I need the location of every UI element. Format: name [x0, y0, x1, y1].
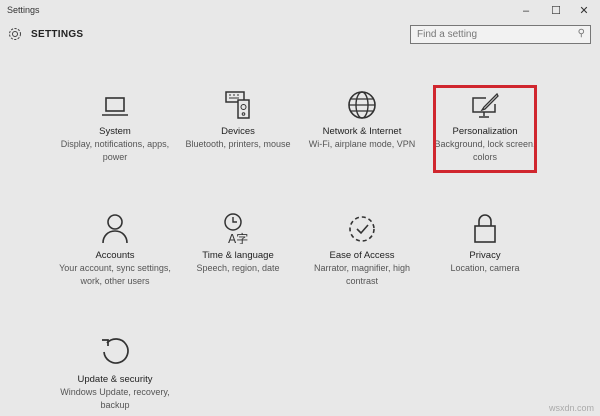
- tile-title: Accounts: [95, 250, 135, 261]
- tile-privacy[interactable]: Privacy Location, camera: [425, 212, 545, 275]
- watermark: wsxdn.com: [548, 403, 594, 413]
- svg-text:A字: A字: [228, 231, 248, 244]
- tile-time-language[interactable]: A字 Time & language Speech, region, date: [178, 212, 298, 275]
- search-placeholder: Find a setting: [417, 29, 478, 40]
- title-bar: Settings – ☐ ✕: [0, 0, 600, 22]
- laptop-icon: [102, 97, 128, 116]
- lock-icon: [474, 214, 496, 243]
- tile-title: Privacy: [469, 250, 501, 261]
- tile-ease-of-access[interactable]: Ease of Access Narrator, magnifier, high…: [302, 212, 422, 287]
- ease-of-access-icon: [349, 216, 375, 242]
- search-icon[interactable]: ⚲: [578, 28, 585, 39]
- tile-title: Update & security: [77, 374, 153, 385]
- tile-description: Windows Update, recovery, backup: [60, 387, 170, 410]
- window-title: Settings: [7, 5, 40, 15]
- page-title: SETTINGS: [31, 28, 84, 40]
- tile-description: Narrator, magnifier, high contrast: [313, 263, 411, 286]
- tile-network[interactable]: Network & Internet Wi-Fi, airplane mode,…: [302, 90, 422, 151]
- tile-devices[interactable]: Devices Bluetooth, printers, mouse: [178, 90, 298, 151]
- tile-accounts[interactable]: Accounts Your account, sync settings, wo…: [55, 212, 175, 287]
- tile-title: System: [99, 126, 131, 137]
- maximize-button[interactable]: ☐: [546, 3, 566, 19]
- minimize-button[interactable]: –: [516, 3, 536, 19]
- tile-description: Bluetooth, printers, mouse: [185, 139, 291, 149]
- tile-description: Your account, sync settings, work, other…: [59, 263, 171, 286]
- globe-icon: [348, 91, 376, 119]
- header: SETTINGS: [7, 26, 83, 42]
- tile-update-security[interactable]: Update & security Windows Update, recove…: [55, 336, 175, 411]
- tile-description: Speech, region, date: [196, 263, 280, 273]
- tile-title: Network & Internet: [322, 126, 402, 137]
- tile-system[interactable]: System Display, notifications, apps, pow…: [55, 94, 175, 163]
- person-icon: [102, 214, 128, 244]
- tile-title: Ease of Access: [329, 250, 395, 261]
- keyboard-speaker-icon: [225, 91, 250, 119]
- tile-title: Time & language: [202, 250, 274, 261]
- tile-title: Devices: [221, 126, 255, 137]
- search-input[interactable]: Find a setting ⚲: [410, 25, 591, 44]
- refresh-icon: [102, 338, 129, 364]
- tile-description: Wi-Fi, airplane mode, VPN: [308, 139, 416, 149]
- tile-description: Display, notifications, apps, power: [60, 139, 170, 162]
- close-button[interactable]: ✕: [574, 3, 594, 19]
- highlight-box: [433, 85, 537, 173]
- gear-icon: [9, 28, 21, 40]
- tile-description: Location, camera: [450, 263, 520, 273]
- clock-language-icon: A字: [224, 213, 248, 244]
